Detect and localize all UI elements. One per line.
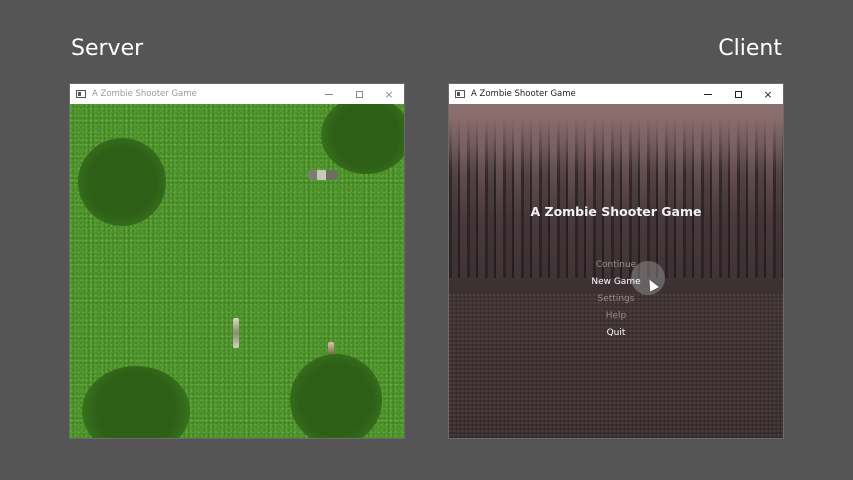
zombie-sprite (233, 318, 239, 348)
client-caption: Client (718, 36, 782, 61)
bush (321, 104, 404, 174)
bush (290, 354, 382, 438)
menu-item-settings[interactable]: Settings (598, 291, 635, 308)
game-title: A Zombie Shooter Game (530, 204, 702, 219)
client-window: A Zombie Shooter Game × A Zombie Shooter… (449, 84, 783, 438)
player-sprite (307, 169, 339, 181)
client-window-title: A Zombie Shooter Game (471, 89, 576, 99)
server-caption: Server (71, 36, 144, 61)
maximize-icon[interactable] (344, 84, 374, 104)
server-window: A Zombie Shooter Game × (70, 84, 404, 438)
minimize-icon[interactable] (314, 84, 344, 104)
bush (82, 366, 190, 438)
server-window-title: A Zombie Shooter Game (92, 89, 197, 99)
app-icon (76, 90, 86, 98)
server-titlebar[interactable]: A Zombie Shooter Game × (70, 84, 404, 104)
minimize-icon[interactable] (693, 84, 723, 104)
window-controls: × (693, 84, 783, 104)
close-icon[interactable]: × (374, 84, 404, 104)
window-controls: × (314, 84, 404, 104)
zombie-sprite (328, 342, 334, 354)
menu-item-new-game[interactable]: New Game (591, 274, 640, 291)
main-menu-screen: A Zombie Shooter Game Continue New Game … (449, 104, 783, 438)
menu-item-continue[interactable]: Continue (596, 257, 636, 274)
desktop: Server Client A Zombie Shooter Game × A … (0, 0, 853, 480)
menu-item-quit[interactable]: Quit (607, 325, 626, 342)
game-field[interactable] (70, 104, 404, 438)
main-menu: Continue New Game Settings Help Quit (449, 257, 783, 342)
app-icon (455, 90, 465, 98)
forest-background (449, 118, 783, 278)
bush (78, 138, 166, 226)
menu-item-help[interactable]: Help (606, 308, 627, 325)
close-icon[interactable]: × (753, 84, 783, 104)
maximize-icon[interactable] (723, 84, 753, 104)
client-titlebar[interactable]: A Zombie Shooter Game × (449, 84, 783, 104)
